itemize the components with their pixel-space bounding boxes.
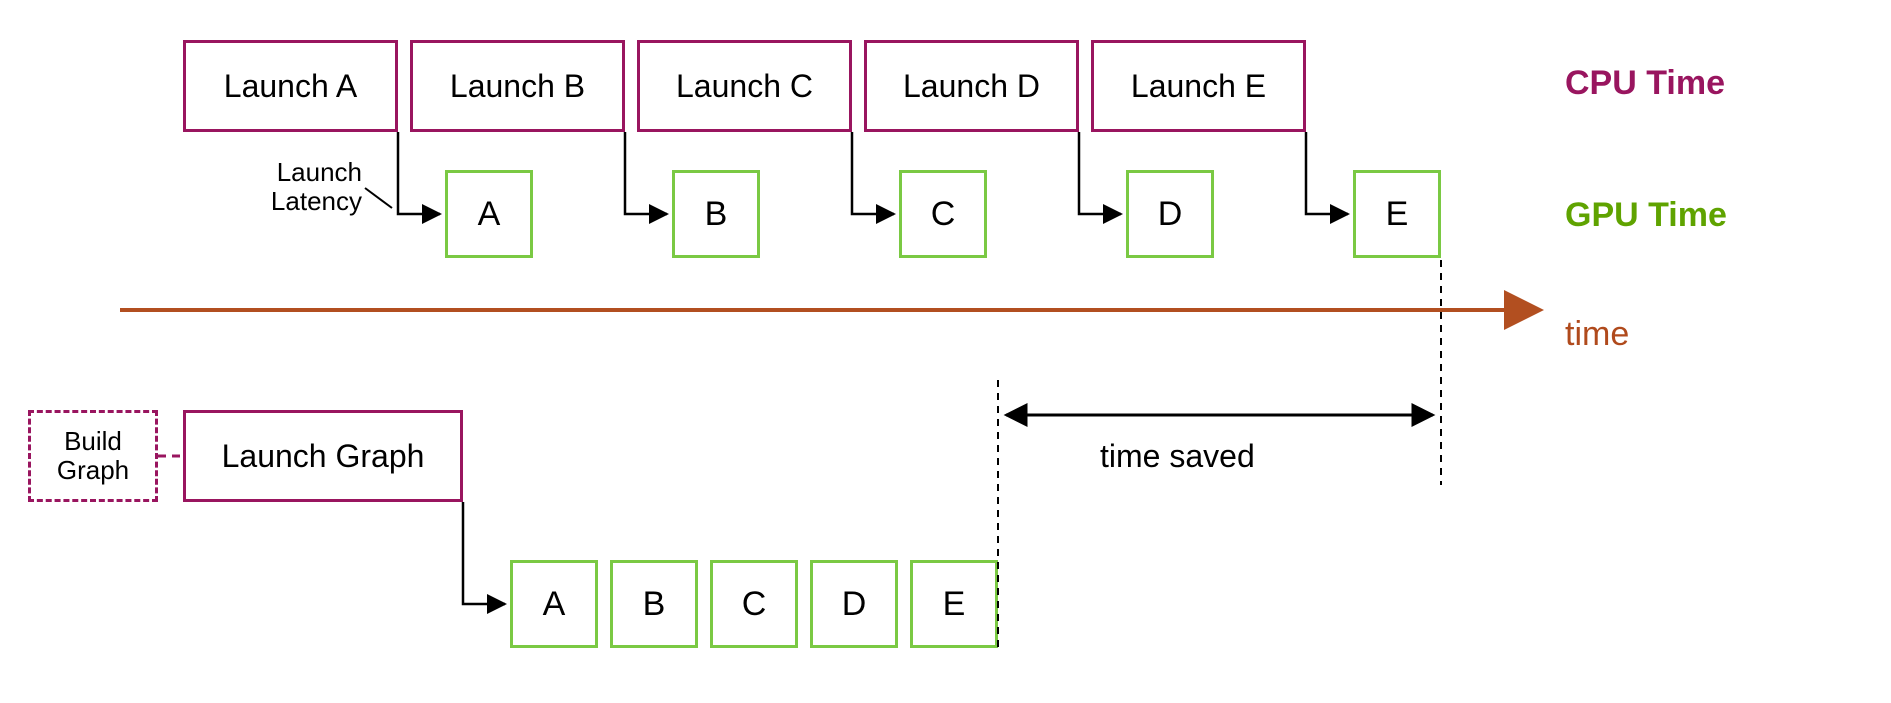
gpu-kernel-box: E	[1353, 170, 1441, 258]
gpu-kernel-box: D	[1126, 170, 1214, 258]
launch-graph-box: Launch Graph	[183, 410, 463, 502]
gpu-kernel-label: E	[1386, 195, 1409, 234]
gpu-kernel-label: A	[543, 585, 566, 624]
gpu-kernel-box: B	[672, 170, 760, 258]
gpu-kernel-label: D	[842, 585, 867, 624]
cpu-launch-box: Launch A	[183, 40, 398, 132]
launch-arrow	[625, 132, 667, 214]
gpu-kernel-label: B	[643, 585, 666, 624]
launch-arrow	[398, 132, 440, 214]
cpu-launch-label: Launch B	[450, 68, 585, 105]
gpu-kernel-box: A	[445, 170, 533, 258]
cpu-launch-label: Launch D	[903, 68, 1040, 105]
cpu-launch-label: Launch C	[676, 68, 813, 105]
build-graph-box: Build Graph	[28, 410, 158, 502]
gpu-kernel-label: C	[931, 195, 956, 234]
time-axis-label: time	[1565, 315, 1629, 354]
launch-arrow	[852, 132, 894, 214]
launch-graph-label: Launch Graph	[222, 438, 425, 475]
launch-arrow	[1079, 132, 1121, 214]
diagram-stage: Launch A Launch B Launch C Launch D Laun…	[0, 0, 1891, 703]
time-saved-label: time saved	[1100, 438, 1255, 475]
gpu-kernel-box: E	[910, 560, 998, 648]
cpu-launch-label: Launch E	[1131, 68, 1266, 105]
cpu-launch-box: Launch B	[410, 40, 625, 132]
launch-latency-pointer	[365, 188, 392, 208]
gpu-kernel-label: B	[705, 195, 728, 234]
launch-latency-label: Launch Latency	[222, 158, 362, 215]
launchgraph-arrow	[463, 502, 505, 604]
gpu-kernel-box: C	[899, 170, 987, 258]
gpu-kernel-box: C	[710, 560, 798, 648]
gpu-kernel-box: A	[510, 560, 598, 648]
build-graph-label: Build Graph	[57, 427, 129, 484]
cpu-launch-box: Launch C	[637, 40, 852, 132]
cpu-launch-box: Launch E	[1091, 40, 1306, 132]
gpu-kernel-label: D	[1158, 195, 1183, 234]
legend-gpu-time: GPU Time	[1565, 196, 1727, 235]
gpu-kernel-label: A	[478, 195, 501, 234]
gpu-kernel-label: C	[742, 585, 767, 624]
gpu-kernel-box: D	[810, 560, 898, 648]
gpu-kernel-label: E	[943, 585, 966, 624]
cpu-launch-label: Launch A	[224, 68, 357, 105]
cpu-launch-box: Launch D	[864, 40, 1079, 132]
launch-arrow	[1306, 132, 1348, 214]
gpu-kernel-box: B	[610, 560, 698, 648]
legend-cpu-time: CPU Time	[1565, 64, 1725, 103]
